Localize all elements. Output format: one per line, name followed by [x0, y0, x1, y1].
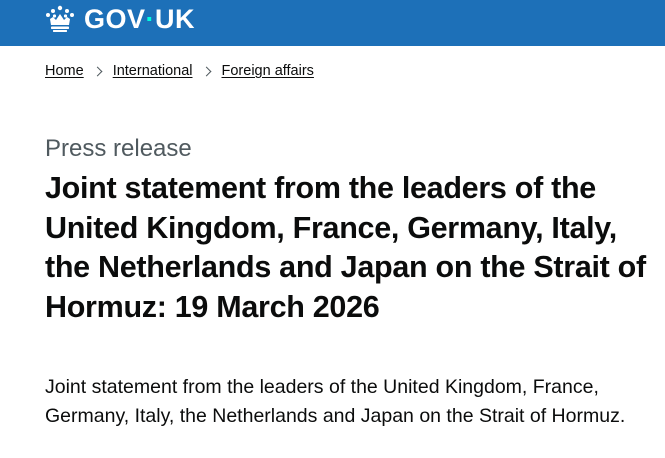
wordmark-dot: · [145, 4, 156, 34]
govuk-logo-link[interactable]: GOV·UK [44, 5, 195, 33]
wordmark-gov: GOV [84, 4, 146, 34]
chevron-right-icon [92, 66, 103, 76]
chevron-right-icon [201, 66, 211, 76]
breadcrumb-international[interactable]: International [113, 62, 193, 80]
wordmark-uk: UK [155, 4, 196, 34]
breadcrumb: Home International Foreign affairs [45, 62, 314, 80]
breadcrumb-foreign-affairs[interactable]: Foreign affairs [222, 62, 314, 80]
page-title: Joint statement from the leaders of the … [45, 171, 646, 324]
breadcrumb-home[interactable]: Home [45, 62, 84, 80]
crown-icon [46, 5, 74, 32]
govuk-wordmark: GOV·UK [84, 5, 195, 33]
site-header: GOV·UK [0, 0, 665, 46]
page-lede: Joint statement from the leaders of the … [45, 376, 626, 427]
page-caption: Press release [45, 135, 192, 162]
